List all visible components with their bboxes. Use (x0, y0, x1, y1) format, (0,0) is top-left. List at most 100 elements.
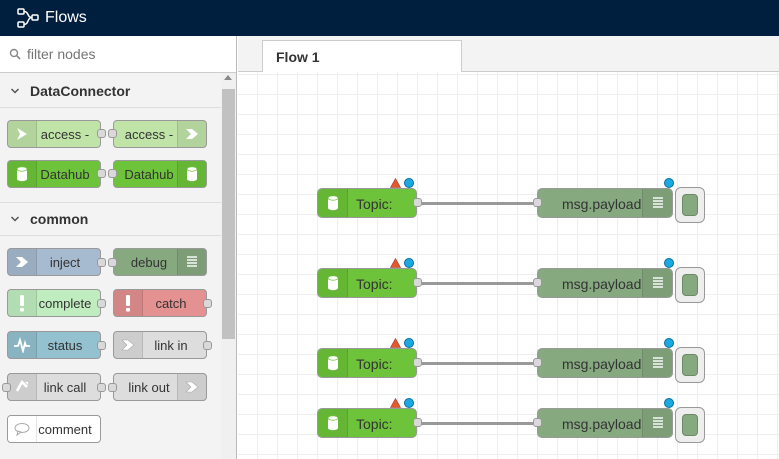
wire[interactable] (421, 422, 535, 425)
debug-toggle-button[interactable] (675, 407, 705, 443)
category-label: DataConnector (30, 82, 131, 99)
wire[interactable] (421, 202, 535, 205)
link-call-icon (8, 374, 37, 400)
category-common[interactable]: common (0, 202, 221, 236)
tab-label: Flow 1 (276, 49, 320, 65)
flow-canvas[interactable]: Topic: msg.payload Topic: msg.payload To… (238, 72, 779, 459)
output-port[interactable] (97, 299, 106, 308)
input-port[interactable] (2, 383, 11, 392)
debug-list-icon (642, 349, 672, 377)
palette-node-datahub-in[interactable]: Datahub (7, 160, 101, 188)
node-label: msg.payload (562, 356, 642, 372)
palette-node-link-call[interactable]: link call (7, 373, 101, 401)
database-icon (318, 349, 348, 377)
node-label: inject (49, 255, 81, 270)
node-label: link in (154, 338, 188, 353)
arrow-out-icon (177, 121, 206, 147)
input-port[interactable] (108, 258, 117, 267)
node-label: link call (43, 380, 87, 395)
flow-node-datahub-in[interactable]: Topic: (317, 348, 417, 378)
debug-toggle-button[interactable] (675, 187, 705, 223)
palette-node-debug[interactable]: debug (113, 248, 207, 276)
status-dot-icon (664, 338, 674, 348)
node-palette: DataConnector access - access - Datahub … (0, 36, 237, 459)
input-port[interactable] (533, 418, 542, 427)
palette-node-status[interactable]: status (7, 331, 101, 359)
palette-scrollbar[interactable] (221, 73, 236, 459)
status-dot-icon (664, 178, 674, 188)
output-port[interactable] (97, 129, 106, 138)
link-in-icon (114, 332, 143, 358)
palette-node-access-in[interactable]: access - (7, 120, 101, 148)
flow-node-datahub-in[interactable]: Topic: (317, 408, 417, 438)
palette-node-inject[interactable]: inject (7, 248, 101, 276)
flow-node-debug[interactable]: msg.payload (537, 408, 673, 438)
search-icon (9, 48, 21, 60)
wire[interactable] (421, 282, 535, 285)
flow-node-datahub-in[interactable]: Topic: (317, 188, 417, 218)
scroll-up-icon[interactable] (224, 75, 232, 80)
scrollbar-thumb[interactable] (222, 89, 235, 339)
arrow-in-icon (8, 121, 37, 147)
database-icon (318, 189, 348, 217)
input-port[interactable] (533, 198, 542, 207)
category-label: common (30, 211, 89, 227)
flow-node-debug[interactable]: msg.payload (537, 268, 673, 298)
warning-triangle-icon (390, 398, 401, 408)
input-port[interactable] (108, 129, 117, 138)
warning-triangle-icon (390, 338, 401, 348)
palette-node-catch[interactable]: catch (113, 289, 207, 317)
wire[interactable] (421, 362, 535, 365)
chevron-down-icon (10, 216, 20, 222)
palette-node-datahub-out[interactable]: Datahub (113, 160, 207, 188)
comment-bubble-icon (8, 416, 37, 442)
filter-nodes-input[interactable] (25, 45, 219, 63)
output-port[interactable] (97, 341, 106, 350)
palette-node-access-out[interactable]: access - (113, 120, 207, 148)
flow-node-debug[interactable]: msg.payload (537, 188, 673, 218)
node-label: Datahub (124, 167, 174, 182)
output-port[interactable] (413, 278, 422, 287)
palette-node-comment[interactable]: comment (7, 415, 101, 443)
node-label: Topic: (356, 196, 393, 212)
debug-list-icon (177, 249, 206, 275)
input-port[interactable] (533, 358, 542, 367)
node-label: catch (155, 296, 187, 311)
node-label: Topic: (356, 416, 393, 432)
workspace-tabs: Flow 1 (238, 36, 779, 72)
debug-toggle-button[interactable] (675, 347, 705, 383)
output-port[interactable] (97, 169, 106, 178)
output-port[interactable] (413, 198, 422, 207)
database-icon (8, 161, 37, 187)
output-port[interactable] (97, 258, 106, 267)
status-dot-icon (404, 398, 414, 408)
chevron-down-icon (10, 87, 20, 94)
flow-node-datahub-in[interactable]: Topic: (317, 268, 417, 298)
input-port[interactable] (533, 278, 542, 287)
output-port[interactable] (413, 358, 422, 367)
output-port[interactable] (413, 418, 422, 427)
palette-node-complete[interactable]: complete (7, 289, 101, 317)
palette-filter (0, 36, 236, 73)
palette-node-link-out[interactable]: link out (113, 373, 207, 401)
category-dataconnector[interactable]: DataConnector (0, 74, 221, 108)
output-port[interactable] (203, 299, 212, 308)
link-out-icon (177, 374, 206, 400)
node-label: complete (38, 296, 92, 311)
debug-list-icon (642, 409, 672, 437)
output-port[interactable] (97, 383, 106, 392)
debug-toggle-button[interactable] (675, 267, 705, 303)
app-header: Flows (0, 0, 779, 36)
flow-node-debug[interactable]: msg.payload (537, 348, 673, 378)
output-port[interactable] (203, 341, 212, 350)
input-port[interactable] (108, 169, 117, 178)
exclamation-icon (114, 290, 143, 316)
node-label: Topic: (356, 356, 393, 372)
tab-flow-1[interactable]: Flow 1 (262, 40, 462, 72)
node-label: access - (124, 127, 174, 142)
node-label: msg.payload (562, 196, 642, 212)
warning-triangle-icon (390, 178, 401, 188)
input-port[interactable] (108, 383, 117, 392)
palette-node-link-in[interactable]: link in (113, 331, 207, 359)
node-label: debug (130, 255, 168, 270)
